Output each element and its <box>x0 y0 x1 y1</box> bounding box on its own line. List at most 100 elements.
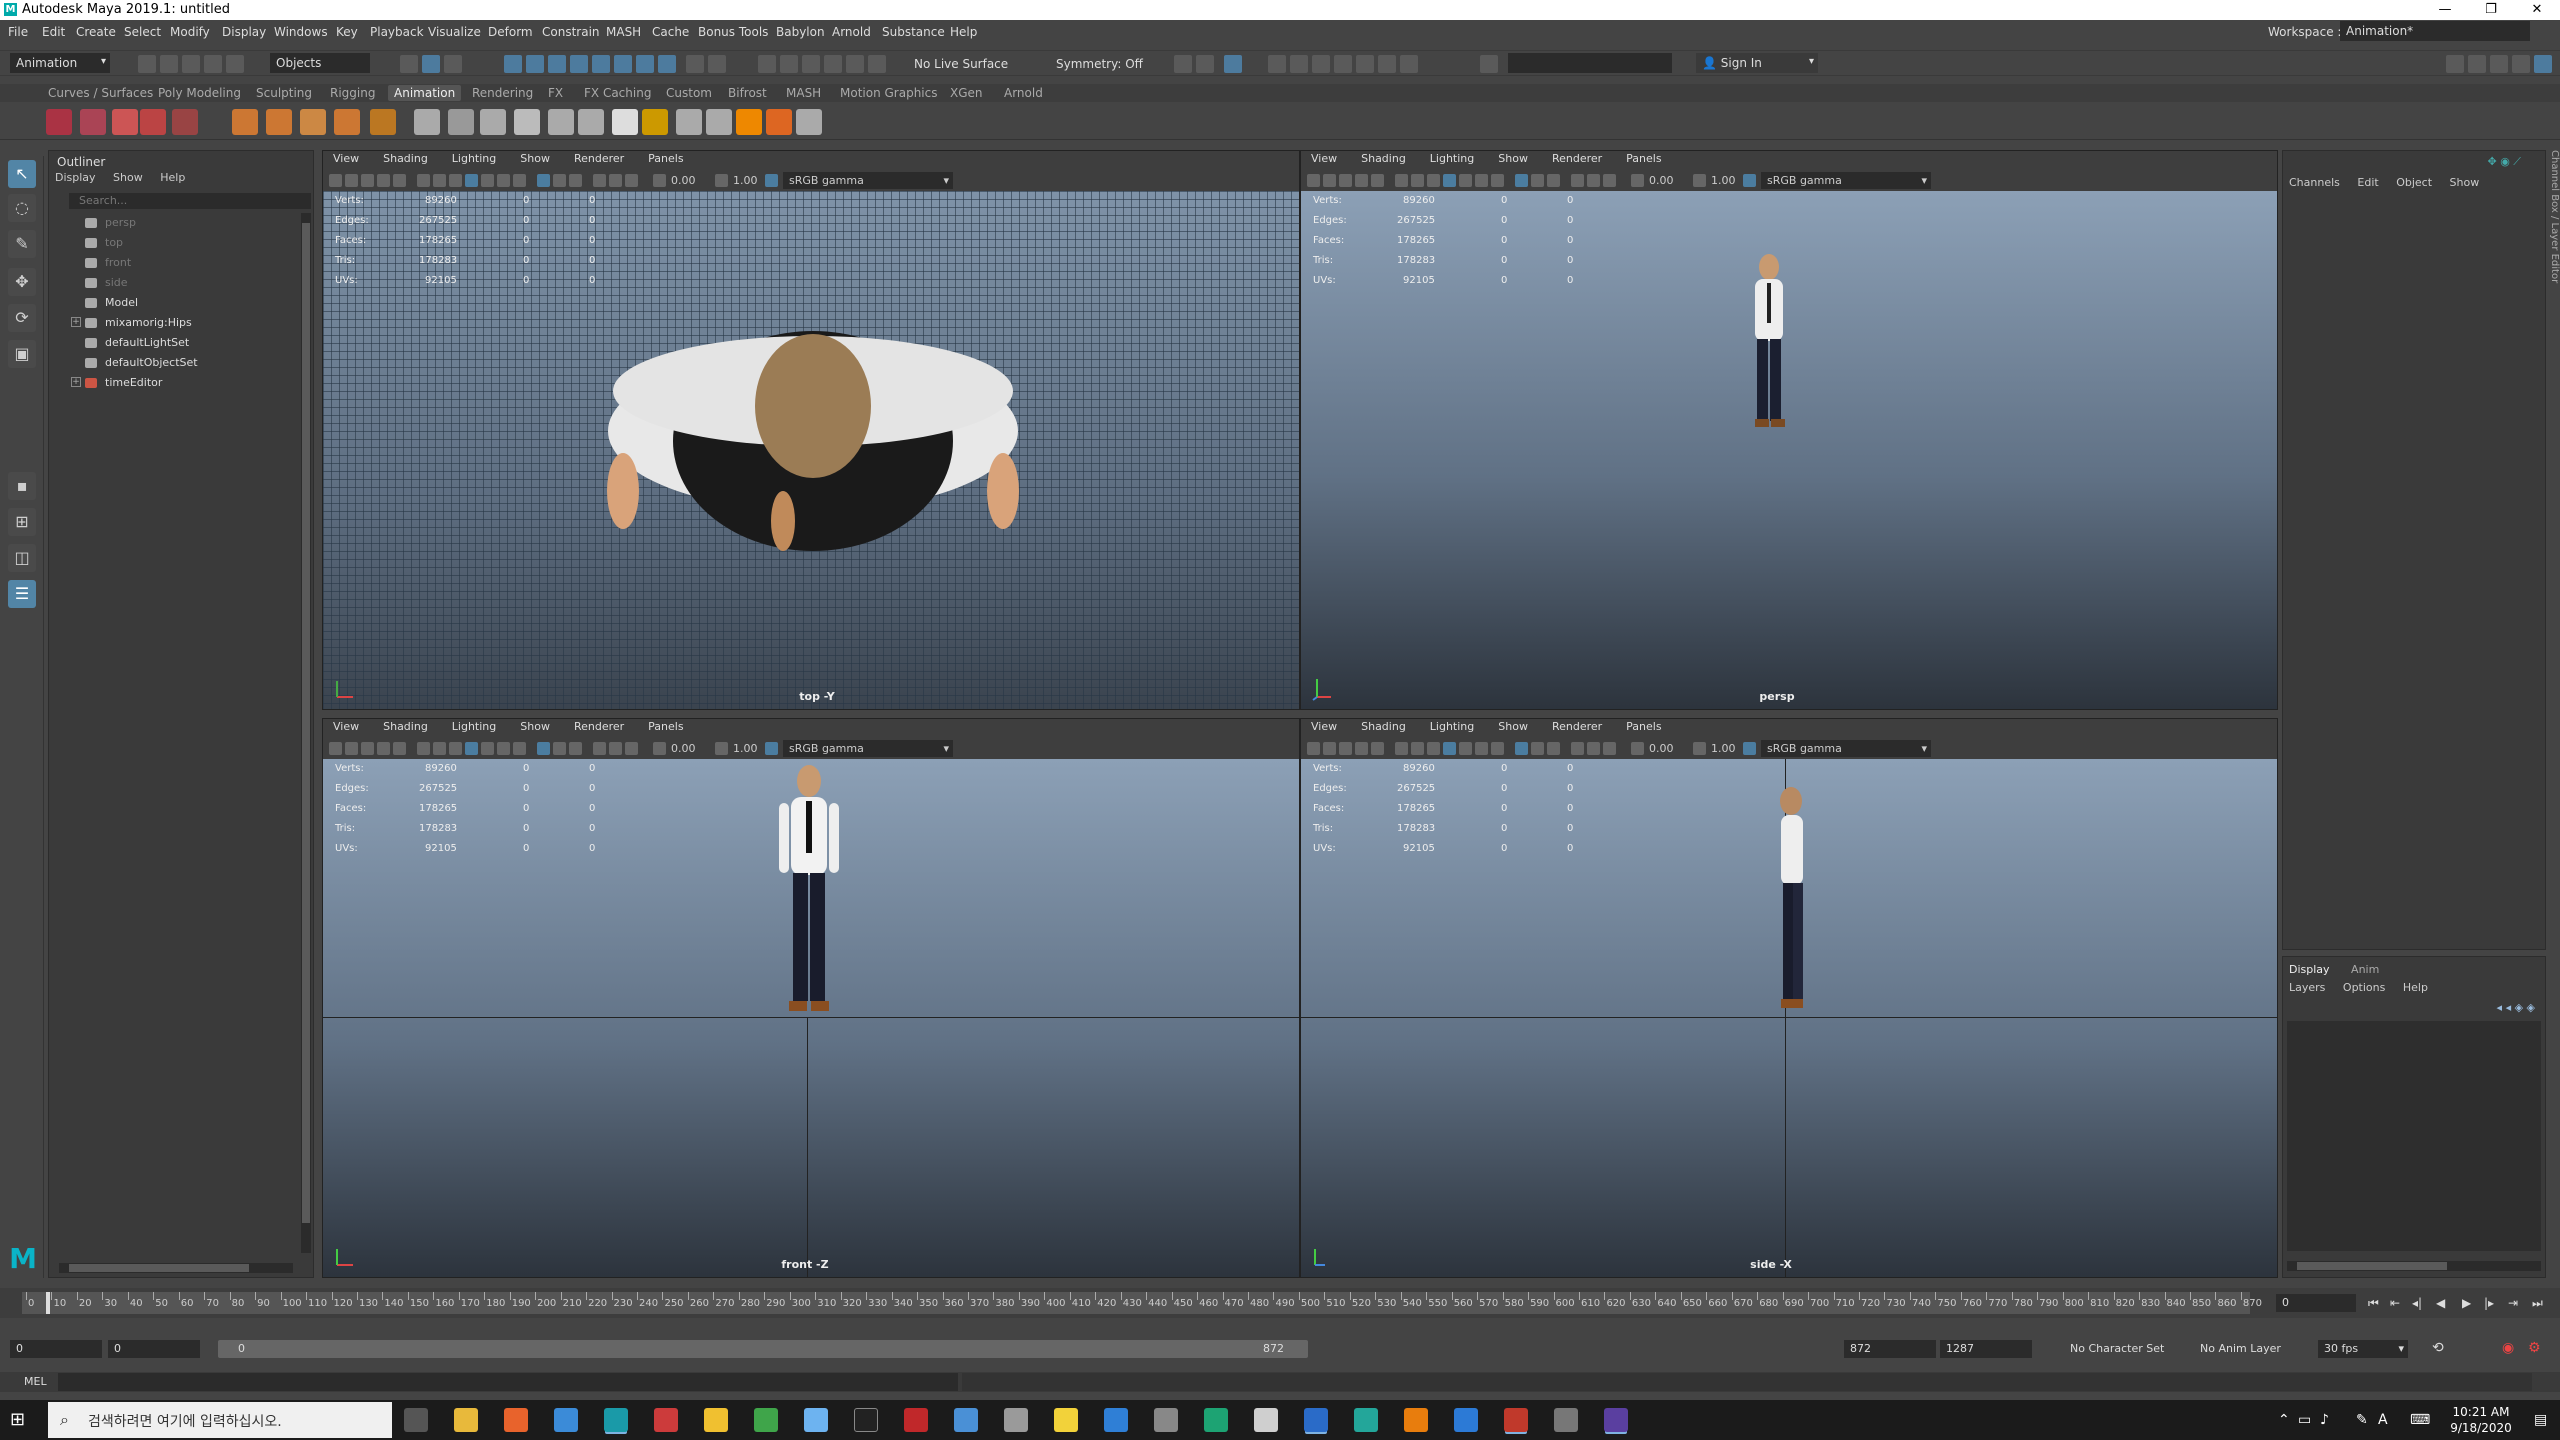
paint-select-tool-icon[interactable]: ✎ <box>8 230 36 258</box>
select-tool-icon[interactable]: ↖ <box>8 160 36 188</box>
app-icon-11[interactable] <box>954 1408 978 1432</box>
menu-mash[interactable]: MASH <box>606 25 641 39</box>
camera-select-icon[interactable] <box>1307 174 1320 187</box>
menu-key[interactable]: Key <box>336 25 358 39</box>
shelf-tab-poly-modeling[interactable]: Poly Modeling <box>152 85 247 101</box>
vscode-icon[interactable] <box>1454 1408 1478 1432</box>
camera-attributes-icon[interactable] <box>1323 174 1336 187</box>
scene-start-field[interactable]: 0 <box>10 1340 102 1358</box>
snap-view-icon[interactable] <box>824 55 842 73</box>
shadows-icon[interactable] <box>1475 742 1488 755</box>
select-mode-dropdown[interactable]: Objects <box>270 53 370 73</box>
panel-menu-renderer[interactable]: Renderer <box>574 152 624 165</box>
redo-icon[interactable] <box>226 55 244 73</box>
exposure-icon[interactable] <box>1631 742 1644 755</box>
panel-menu-panels[interactable]: Panels <box>648 152 683 165</box>
grid-toggle-icon[interactable] <box>393 742 406 755</box>
character-model-side[interactable] <box>1761 785 1821 1021</box>
xray-joints-icon[interactable] <box>1547 174 1560 187</box>
xray-icon[interactable] <box>553 174 566 187</box>
playhead[interactable] <box>46 1292 50 1314</box>
camera-select-icon[interactable] <box>329 742 342 755</box>
pause-icon[interactable] <box>1400 55 1418 73</box>
expand-icon[interactable]: + <box>71 317 81 327</box>
chrome-icon[interactable] <box>554 1408 578 1432</box>
command-input[interactable] <box>58 1373 958 1391</box>
scale-tool-icon[interactable]: ▣ <box>8 340 36 368</box>
outliner-horizontal-scrollbar[interactable] <box>59 1263 293 1273</box>
panel-menu-panels[interactable]: Panels <box>648 720 683 733</box>
viewport-top[interactable]: View Shading Lighting Show Renderer Panels 0.… <box>322 150 1300 710</box>
workspace-dropdown[interactable]: Animation* <box>2340 21 2530 41</box>
grid-toggle-icon[interactable] <box>1371 174 1384 187</box>
panel-menu-lighting[interactable]: Lighting <box>452 152 496 165</box>
layer-list[interactable] <box>2287 1021 2541 1251</box>
app-icon-24[interactable] <box>1604 1408 1628 1432</box>
go-to-end-icon[interactable]: ⏭ <box>2532 1296 2543 1311</box>
xray-joints-icon[interactable] <box>569 174 582 187</box>
textured-icon[interactable] <box>1443 742 1456 755</box>
color-management-icon[interactable] <box>1743 174 1756 187</box>
layer-menu-layers[interactable]: Layers <box>2289 981 2325 994</box>
loop-icon[interactable]: ⟲ <box>2432 1340 2444 1356</box>
object-mode-icon[interactable] <box>422 55 440 73</box>
lights-icon[interactable] <box>1459 742 1472 755</box>
cluster-icon[interactable] <box>414 109 440 135</box>
layer-menu-help[interactable]: Help <box>2403 981 2428 994</box>
colorspace-dropdown[interactable]: sRGB gamma ▾ <box>783 740 953 757</box>
exposure-value[interactable]: 0.00 <box>671 742 696 755</box>
panel-menu-show[interactable]: Show <box>520 152 550 165</box>
shelf-tab-xgen[interactable]: XGen <box>944 85 989 101</box>
panel-menu-lighting[interactable]: Lighting <box>452 720 496 733</box>
sculpt-icon[interactable] <box>612 109 638 135</box>
shelf-tab-animation[interactable]: Animation <box>388 85 462 101</box>
blender-icon[interactable] <box>1404 1408 1428 1432</box>
default-material-icon[interactable] <box>1427 742 1440 755</box>
gate-mask-icon[interactable] <box>1587 174 1600 187</box>
scrollbar-thumb[interactable] <box>302 223 310 1223</box>
character-controls-icon[interactable] <box>2468 55 2486 73</box>
menu-file[interactable]: File <box>8 25 28 39</box>
time-slider-track[interactable]: 0 10 20 30 40 50 60 70 80 90 100 110 120 130 140 150 160… <box>22 1292 2262 1314</box>
default-material-icon[interactable] <box>1427 174 1440 187</box>
default-material-icon[interactable] <box>449 742 462 755</box>
minimize-button[interactable]: — <box>2422 0 2468 20</box>
network-icon[interactable]: ▭ <box>2298 1412 2311 1428</box>
bookmark-icon[interactable] <box>1339 742 1352 755</box>
undo-icon[interactable] <box>204 55 222 73</box>
render-settings-icon[interactable] <box>1224 55 1242 73</box>
paint-weights-icon[interactable] <box>370 109 396 135</box>
expand-icon[interactable]: + <box>71 377 81 387</box>
clock[interactable]: 10:21 AM 9/18/2020 <box>2436 1404 2526 1436</box>
shelf-tab-rendering[interactable]: Rendering <box>466 85 539 101</box>
image-plane-icon[interactable] <box>1355 742 1368 755</box>
scrollbar-thumb[interactable] <box>69 1264 249 1272</box>
menu-constrain[interactable]: Constrain <box>542 25 600 39</box>
ghost-icon[interactable] <box>766 109 792 135</box>
component-mode-icon[interactable] <box>444 55 462 73</box>
menu-playback[interactable]: Playback <box>370 25 424 39</box>
ao-icon[interactable] <box>1491 174 1504 187</box>
wrap-icon[interactable] <box>578 109 604 135</box>
channel-box-toggle-icon[interactable] <box>2534 55 2552 73</box>
colorspace-dropdown[interactable]: sRGB gamma ▾ <box>1761 740 1931 757</box>
color-management-icon[interactable] <box>1743 742 1756 755</box>
field-chart-icon[interactable] <box>1603 742 1616 755</box>
lights-icon[interactable] <box>1459 174 1472 187</box>
motion-trail-icon[interactable] <box>736 109 762 135</box>
panel-menu-panels[interactable]: Panels <box>1626 720 1661 733</box>
quick-rename-field[interactable] <box>1508 53 1672 73</box>
hik-icon[interactable] <box>642 109 668 135</box>
outliner-item-top[interactable]: top <box>49 233 299 253</box>
outliner-item-persp[interactable]: persp <box>49 213 299 233</box>
shelf-tab-rigging[interactable]: Rigging <box>324 85 381 101</box>
sticky-notes-icon[interactable] <box>1054 1408 1078 1432</box>
layer-tab-anim[interactable]: Anim <box>2351 963 2379 976</box>
image-plane-icon[interactable] <box>377 174 390 187</box>
outliner-item-defaultlightset[interactable]: defaultLightSet <box>49 333 299 353</box>
outliner-menu-display[interactable]: Display <box>55 171 96 184</box>
gamma-icon[interactable] <box>715 174 728 187</box>
hypershade-icon[interactable] <box>1334 55 1352 73</box>
smooth-shade-icon[interactable] <box>1411 174 1424 187</box>
input-language-icon[interactable]: A <box>2378 1412 2388 1428</box>
